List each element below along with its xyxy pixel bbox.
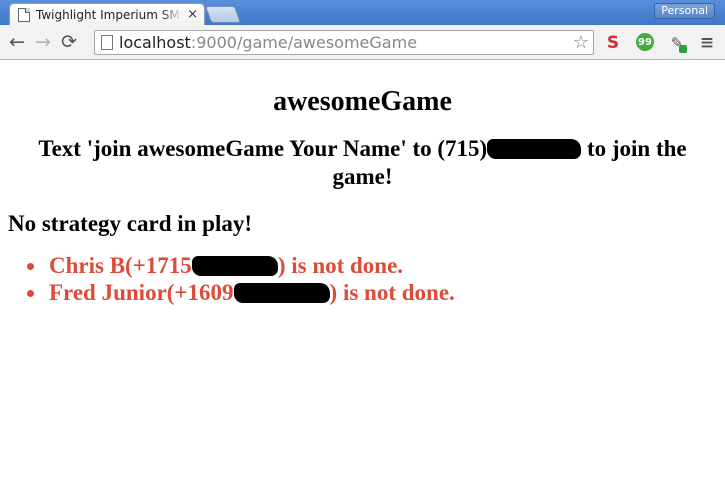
tab-close-icon[interactable]: ×	[187, 7, 198, 22]
address-bar[interactable]: localhost:9000/game/awesomeGame ☆	[94, 30, 594, 55]
player-status: ) is not done.	[277, 253, 404, 278]
tab-title: Twighlight Imperium SMS	[36, 7, 184, 22]
eyedropper-extension-icon[interactable]: ✎	[667, 33, 687, 53]
player-status-item: Chris B(+1715 ) is not done.	[27, 252, 725, 279]
instruction-text: Text 'join awesomeGame Your Name' to (71…	[38, 136, 488, 161]
back-button[interactable]: ←	[4, 29, 30, 55]
player-status-item: Fred Junior(+1609 ) is not done.	[27, 279, 725, 306]
page-icon	[101, 35, 113, 50]
browser-toolbar: ← → ⟳ localhost:9000/game/awesomeGame ☆ …	[0, 25, 725, 60]
forward-button[interactable]: →	[30, 29, 56, 55]
player-name: Chris B(+1715	[49, 253, 192, 278]
player-list: Chris B(+1715 ) is not done. Fred Junior(…	[0, 252, 725, 306]
game-title: awesomeGame	[273, 86, 452, 117]
url-path: :9000/game/awesomeGame	[190, 33, 418, 52]
bookmark-star-icon[interactable]: ☆	[573, 32, 589, 53]
chat-extension-icon[interactable]: 99	[636, 33, 654, 51]
player-name: Fred Junior(+1609	[49, 280, 234, 305]
url-text: localhost:9000/game/awesomeGame	[119, 33, 417, 52]
browser-menu-icon[interactable]: ≡	[697, 33, 717, 53]
reload-button[interactable]: ⟳	[56, 29, 82, 55]
redacted-phone	[191, 256, 278, 276]
new-tab-button[interactable]	[204, 6, 242, 23]
player-status: ) is not done.	[329, 280, 455, 305]
extension-badge	[679, 45, 687, 53]
profile-button[interactable]: Personal	[654, 3, 715, 19]
url-host: localhost	[119, 33, 191, 52]
page-content: awesomeGame Text 'join awesomeGame Your …	[0, 85, 725, 306]
browser-tab[interactable]: Twighlight Imperium SMS ×	[9, 3, 205, 25]
tab-strip: Twighlight Imperium SMS × Personal	[0, 0, 725, 25]
page-favicon-icon	[18, 7, 30, 22]
redacted-phone	[487, 139, 582, 159]
s-extension-icon[interactable]: S	[603, 33, 623, 53]
join-instructions: Text 'join awesomeGame Your Name' to (71…	[20, 135, 705, 191]
strategy-card-status: No strategy card in play!	[8, 211, 253, 236]
redacted-phone	[233, 283, 330, 303]
